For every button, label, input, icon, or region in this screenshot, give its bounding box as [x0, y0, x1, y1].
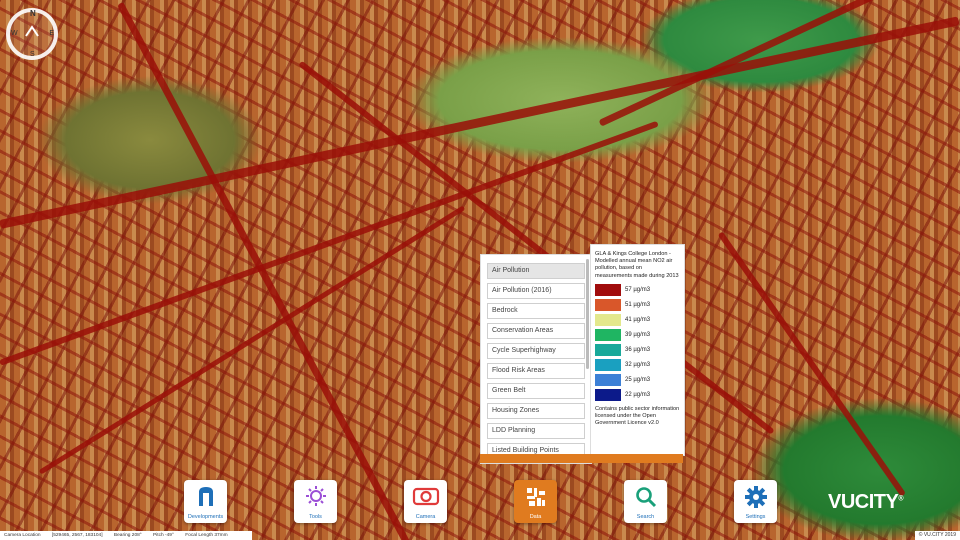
camera-button[interactable]: Camera: [404, 480, 447, 523]
developments-label: Developments: [187, 514, 224, 520]
focal-length-readout: Focal Length 37mm: [185, 533, 228, 538]
layer-item[interactable]: Air Pollution (2016): [487, 283, 585, 299]
settings-label: Settings: [745, 514, 766, 520]
compass-west-label: W: [11, 30, 18, 37]
legend-row: 22 µg/m3: [591, 388, 684, 403]
legend-swatch: [595, 389, 621, 402]
camera-icon: [412, 487, 439, 506]
layers-scrollbar[interactable]: [586, 259, 589, 369]
legend-row: 39 µg/m3: [591, 328, 684, 343]
settings-button[interactable]: Settings: [734, 480, 777, 523]
search-label: Search: [636, 514, 655, 520]
copyright-notice: © VU.CITY 2019: [914, 531, 960, 540]
legend-value: 39 µg/m3: [625, 332, 651, 339]
logo-text: VUCITY: [828, 491, 899, 513]
layer-item[interactable]: Air Pollution: [487, 263, 585, 279]
layer-item[interactable]: LDD Planning: [487, 423, 585, 439]
legend-swatch: [595, 374, 621, 387]
legend-swatch: [595, 359, 621, 372]
legend-value: 32 µg/m3: [625, 362, 651, 369]
vucity-logo: VUCITY®: [828, 491, 903, 514]
layer-item[interactable]: Conservation Areas: [487, 323, 585, 339]
panel-footer-bar: [480, 454, 683, 463]
tools-label: Tools: [309, 514, 322, 520]
trademark-mark: ®: [898, 495, 904, 503]
compass-east-label: E: [49, 30, 54, 37]
layer-item[interactable]: Housing Zones: [487, 403, 585, 419]
legend-swatch: [595, 314, 621, 327]
sun-icon: [305, 486, 326, 506]
data-layers-list[interactable]: Air Pollution Air Pollution (2016) Bedrock…: [480, 254, 592, 464]
road: [116, 1, 415, 540]
search-icon: [635, 487, 656, 508]
legend-value: 57 µg/m3: [625, 287, 651, 294]
legend-row: 57 µg/m3: [591, 283, 684, 298]
legend-swatch: [595, 344, 621, 357]
layer-item[interactable]: London Boroughs: [487, 463, 585, 464]
legend-swatch: [595, 299, 621, 312]
camera-status-bar: Camera Location [529465, 2567, 183104] B…: [0, 531, 252, 540]
legend-value: 25 µg/m3: [625, 377, 651, 384]
legend-value: 51 µg/m3: [625, 302, 651, 309]
layer-item[interactable]: Bedrock: [487, 303, 585, 319]
pitch-readout: Pitch -49°: [153, 533, 174, 538]
camera-location-label: Camera Location: [4, 533, 41, 538]
developments-button[interactable]: Developments: [184, 480, 227, 523]
camera-coords: [529465, 2567, 183104]: [51, 533, 103, 538]
legend-row: 25 µg/m3: [591, 373, 684, 388]
legend-footer: Contains public sector information licen…: [595, 405, 680, 427]
data-layers-icon: [526, 488, 545, 506]
legend-swatch: [595, 329, 621, 342]
compass-arrow-icon: [25, 25, 39, 37]
legend-title: GLA & Kings College London - Modelled an…: [595, 251, 679, 279]
legend-panel: GLA & Kings College London - Modelled an…: [590, 244, 685, 456]
bearing-readout: Bearing 208°: [113, 533, 142, 538]
road: [717, 231, 907, 497]
gear-icon: [744, 486, 767, 508]
legend-value: 36 µg/m3: [625, 347, 651, 354]
legend-row: 51 µg/m3: [591, 298, 684, 313]
legend-row: 32 µg/m3: [591, 358, 684, 373]
building-icon: [198, 487, 213, 506]
compass-north-label: N: [30, 9, 36, 18]
bottom-toolbar: Developments Tools Camera Data Search Se…: [0, 480, 960, 530]
compass-widget[interactable]: N E W S: [6, 8, 58, 60]
layer-item[interactable]: Flood Risk Areas: [487, 363, 585, 379]
search-button[interactable]: Search: [624, 480, 667, 523]
data-label: Data: [529, 514, 542, 520]
legend-row: 36 µg/m3: [591, 343, 684, 358]
compass-south-label: S: [30, 51, 35, 58]
tools-button[interactable]: Tools: [294, 480, 337, 523]
legend-value: 41 µg/m3: [625, 317, 651, 324]
data-button[interactable]: Data: [514, 480, 557, 523]
legend-row: 41 µg/m3: [591, 313, 684, 328]
legend-value: 22 µg/m3: [625, 392, 651, 399]
camera-label: Camera: [415, 514, 436, 520]
legend-swatch: [595, 284, 621, 297]
layer-item[interactable]: Green Belt: [487, 383, 585, 399]
layer-item[interactable]: Cycle Superhighway: [487, 343, 585, 359]
